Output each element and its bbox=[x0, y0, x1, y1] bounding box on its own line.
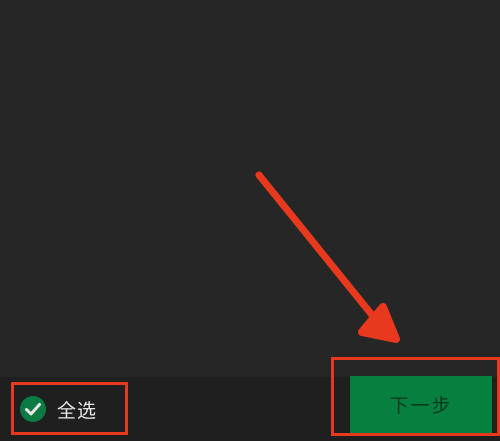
content-area bbox=[0, 0, 500, 377]
next-step-button[interactable]: 下一步 bbox=[350, 376, 492, 433]
check-circle-icon bbox=[19, 395, 47, 423]
select-all-label: 全选 bbox=[57, 399, 98, 422]
select-all-toggle[interactable]: 全选 bbox=[19, 394, 97, 424]
screen: 全选 下一步 bbox=[0, 0, 500, 441]
